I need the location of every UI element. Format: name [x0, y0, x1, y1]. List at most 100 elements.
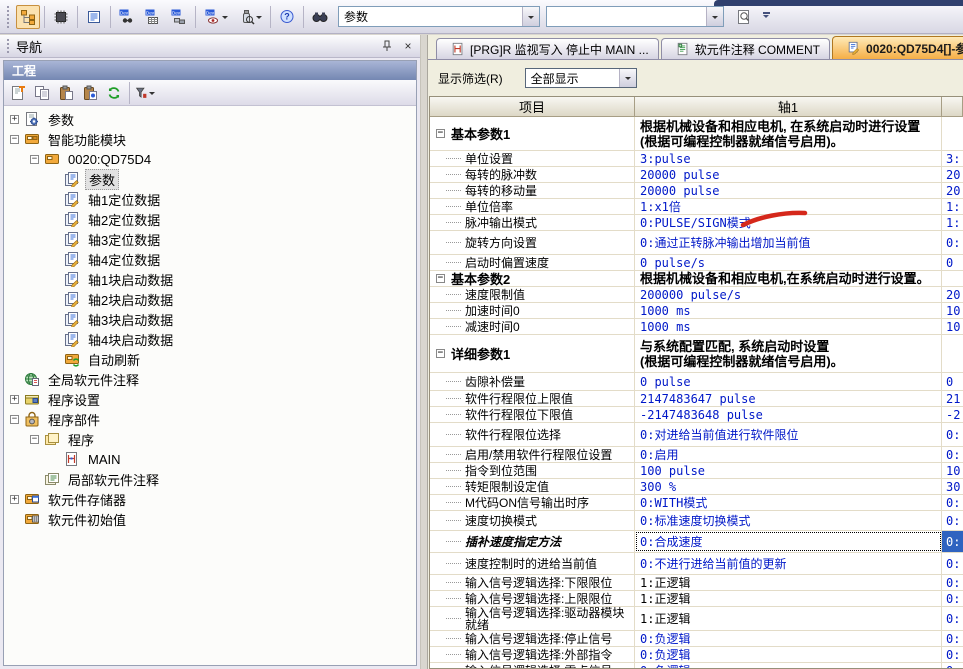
axis1-value-cell[interactable]: 0:合成速度 — [635, 531, 942, 552]
item-cell[interactable]: −详细参数1 — [430, 335, 635, 372]
axis1-value-cell[interactable]: 0 pulse — [635, 373, 942, 390]
axis2-value-cell[interactable]: 20 — [942, 167, 963, 182]
axis2-value-cell[interactable]: 20 — [942, 183, 963, 198]
item-cell[interactable]: 输入信号逻辑选择:下限限位 — [430, 575, 635, 590]
toolbar-grip[interactable] — [7, 6, 11, 28]
tree-item-label[interactable]: 局部软元件注释 — [65, 470, 162, 489]
axis2-value-cell[interactable]: 0: — [942, 607, 963, 630]
tree-item-label[interactable]: 程序 — [65, 430, 97, 449]
item-cell[interactable]: 单位倍率 — [430, 199, 635, 214]
tree-item-局部软元件注释[interactable]: 局部软元件注释 — [4, 469, 416, 489]
tree-item-程序部件[interactable]: −程序部件 — [4, 409, 416, 429]
tree-item-轴2块启动数据[interactable]: 轴2块启动数据 — [4, 289, 416, 309]
pin-button[interactable] — [379, 39, 395, 54]
axis1-value-cell[interactable]: 0:通过正转脉冲输出增加当前值 — [635, 231, 942, 254]
item-cell[interactable]: 指令到位范围 — [430, 463, 635, 478]
device-test-button[interactable] — [234, 5, 266, 29]
item-cell[interactable]: −基本参数1 — [430, 117, 635, 150]
axis2-value-cell[interactable]: 0: — [942, 495, 963, 510]
item-cell[interactable]: 加速时间0 — [430, 303, 635, 318]
axis2-value-cell[interactable]: 0: — [942, 553, 963, 574]
paste-info-button[interactable] — [79, 82, 101, 104]
item-cell[interactable]: 速度切换模式 — [430, 511, 635, 530]
axis2-value-cell[interactable]: 0: — [942, 663, 963, 669]
expand-icon[interactable]: + — [10, 495, 19, 504]
tree-item-label[interactable]: 参数 — [85, 169, 119, 190]
axis1-value-cell[interactable]: 0:负逻辑 — [635, 647, 942, 662]
axis1-value-cell[interactable]: 根据机械设备和相应电机, 在系统启动时进行设置(根据可编程控制器就绪信号启用)。 — [635, 117, 942, 150]
filter-sort-button[interactable] — [134, 82, 156, 104]
tree-item-label[interactable]: 0020:QD75D4 — [65, 152, 154, 167]
tree-item-参数[interactable]: +参数 — [4, 109, 416, 129]
search-combo[interactable]: 参数 — [338, 6, 540, 27]
axis1-value-cell[interactable]: 2147483647 pulse — [635, 391, 942, 406]
axis1-value-cell[interactable]: 0:对进给当前值进行软件限位 — [635, 423, 942, 446]
tree-item-label[interactable]: 轴1块启动数据 — [85, 270, 176, 289]
axis2-value-cell[interactable]: 10 — [942, 303, 963, 318]
panel-grip[interactable] — [7, 39, 11, 53]
tree-item-轴3定位数据[interactable]: 轴3定位数据 — [4, 229, 416, 249]
page-zoom-button[interactable] — [732, 5, 756, 29]
axis2-value-cell[interactable]: 0: — [942, 531, 963, 552]
device-combo[interactable] — [546, 6, 724, 27]
item-cell[interactable]: 减速时间0 — [430, 319, 635, 334]
axis1-value-cell[interactable]: 1:正逻辑 — [635, 575, 942, 590]
item-cell[interactable]: −基本参数2 — [430, 271, 635, 286]
tree-item-智能功能模块[interactable]: − 智能功能模块 — [4, 129, 416, 149]
axis2-value-cell[interactable]: 0: — [942, 631, 963, 646]
axis2-value-cell[interactable]: 1: — [942, 215, 963, 230]
collapse-icon[interactable]: − — [436, 349, 445, 358]
axis1-value-cell[interactable]: 20000 pulse — [635, 183, 942, 198]
axis1-value-cell[interactable]: 1:正逻辑 — [635, 591, 942, 606]
item-cell[interactable]: 输入信号逻辑选择:上限限位 — [430, 591, 635, 606]
tree-item-轴1块启动数据[interactable]: 轴1块启动数据 — [4, 269, 416, 289]
toolbar-overflow-button[interactable] — [760, 12, 772, 21]
device-find-button[interactable]: Dev — [115, 5, 139, 29]
tree-item-MAIN[interactable]: MAIN — [4, 449, 416, 469]
document-tab-2[interactable]: 软元件注释 COMMENT — [661, 38, 830, 59]
collapse-icon[interactable]: − — [30, 435, 39, 444]
axis1-value-cell[interactable]: 200000 pulse/s — [635, 287, 942, 302]
tree-item-轴4定位数据[interactable]: 轴4定位数据 — [4, 249, 416, 269]
tree-item-全局软元件注释[interactable]: 全局软元件注释 — [4, 369, 416, 389]
axis2-value-cell[interactable]: 10 — [942, 319, 963, 334]
axis1-value-cell[interactable]: 1:正逻辑 — [635, 607, 942, 630]
tree-item-label[interactable]: 轴4定位数据 — [85, 250, 163, 269]
item-cell[interactable]: 软件行程限位选择 — [430, 423, 635, 446]
item-cell[interactable]: 旋转方向设置 — [430, 231, 635, 254]
tree-item-参数[interactable]: 参数 — [4, 169, 416, 189]
axis1-value-cell[interactable]: 根据机械设备和相应电机,在系统启动时进行设置。 — [635, 271, 942, 286]
panel-splitter[interactable] — [420, 35, 428, 669]
tree-item-轴4块启动数据[interactable]: 轴4块启动数据 — [4, 329, 416, 349]
tree-item-label[interactable]: 轴3块启动数据 — [85, 310, 176, 329]
item-cell[interactable]: M代码ON信号输出时序 — [430, 495, 635, 510]
new-item-button[interactable] — [7, 82, 29, 104]
axis1-value-cell[interactable]: 0 pulse/s — [635, 255, 942, 270]
collapse-icon[interactable]: − — [10, 135, 19, 144]
tree-item-label[interactable]: 轴1定位数据 — [85, 190, 163, 209]
axis1-value-cell[interactable]: 0:标准速度切换模式 — [635, 511, 942, 530]
axis1-value-cell[interactable]: 1000 ms — [635, 303, 942, 318]
item-cell[interactable]: 启动时偏置速度 — [430, 255, 635, 270]
close-button[interactable]: × — [400, 39, 416, 54]
collapse-icon[interactable]: − — [436, 274, 445, 283]
expand-icon[interactable]: + — [10, 395, 19, 404]
combo-dropdown-button[interactable] — [619, 69, 636, 87]
paste-button[interactable] — [55, 82, 77, 104]
axis2-value-cell[interactable]: 0: — [942, 511, 963, 530]
tree-item-label[interactable]: 智能功能模块 — [45, 130, 129, 149]
tree-item-label[interactable]: 软元件初始值 — [45, 510, 129, 529]
axis1-value-cell[interactable]: 0:启用 — [635, 447, 942, 462]
collapse-icon[interactable]: − — [30, 155, 39, 164]
axis2-value-cell[interactable] — [942, 117, 963, 150]
combo-dropdown-button[interactable] — [706, 7, 723, 26]
axis1-value-cell[interactable]: 0:负逻辑 — [635, 631, 942, 646]
tree-item-label[interactable]: 全局软元件注释 — [45, 370, 142, 389]
tree-item-label[interactable]: 自动刷新 — [85, 350, 143, 369]
axis2-value-cell[interactable]: 0: — [942, 647, 963, 662]
item-cell[interactable]: 输入信号逻辑选择:零点信号 — [430, 663, 635, 669]
tree-item-label[interactable]: MAIN — [85, 452, 124, 467]
tree-item-label[interactable]: 轴4块启动数据 — [85, 330, 176, 349]
axis2-value-cell[interactable]: 0: — [942, 423, 963, 446]
tree-item-轴1定位数据[interactable]: 轴1定位数据 — [4, 189, 416, 209]
